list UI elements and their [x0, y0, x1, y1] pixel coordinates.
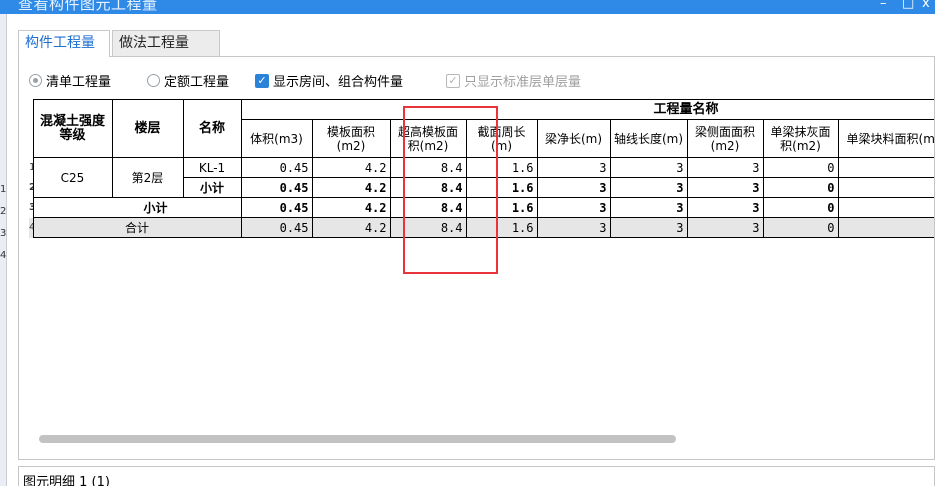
cell-value[interactable]: 8.4: [389, 197, 467, 218]
radio-icon: [147, 74, 160, 87]
checkbox-show-rooms-label: 显示房间、组合构件量: [273, 75, 404, 90]
cell-value[interactable]: 0: [762, 217, 839, 238]
cell-grand-total[interactable]: 合计: [32, 217, 242, 238]
maximize-button[interactable]: □: [902, 0, 914, 11]
close-button[interactable]: x: [922, 0, 930, 11]
cell-value[interactable]: 3: [686, 177, 764, 198]
title-bar: 查看构件图元工程量 – □ x: [0, 0, 935, 14]
header-section-perimeter[interactable]: 截面周长(m): [465, 119, 538, 158]
checkbox-show-rooms[interactable]: ✓ 显示房间、组合构件量: [255, 71, 403, 90]
table-row[interactable]: 3 小计 0.45 4.2 8.4 1.6 3 3 3 0: [29, 197, 934, 218]
cell-value[interactable]: 3: [536, 177, 611, 198]
cell-value[interactable]: 3: [609, 177, 688, 198]
cell-value[interactable]: 4.2: [311, 197, 391, 218]
tab-component-quantity[interactable]: 构件工程量: [18, 30, 110, 57]
cell-value[interactable]: 8.4: [389, 217, 467, 238]
tab-method-quantity[interactable]: 做法工程量: [112, 30, 220, 56]
cell-value[interactable]: 3: [686, 157, 764, 178]
cell-value[interactable]: 3: [536, 217, 611, 238]
cell-name-subtotal[interactable]: 小计: [182, 177, 242, 198]
radio-bill-quantity-label: 清单工程量: [46, 75, 112, 90]
cell-value[interactable]: 1.6: [465, 177, 538, 198]
table-row-total[interactable]: 4 合计 0.45 4.2 8.4 1.6 3 3 3 0: [29, 217, 934, 238]
cell-value[interactable]: 3: [609, 217, 688, 238]
cell-value[interactable]: 4.2: [311, 157, 391, 178]
checkbox-disabled-icon: ✓: [446, 73, 460, 88]
cell-value[interactable]: 3: [686, 197, 764, 218]
cell-name[interactable]: KL-1: [182, 157, 242, 178]
cell-value[interactable]: [837, 217, 934, 238]
header-beam-net-length[interactable]: 梁净长(m): [536, 119, 611, 158]
cell-value[interactable]: 3: [609, 157, 688, 178]
cell-value[interactable]: 0: [762, 177, 839, 198]
header-overheight-formwork-area[interactable]: 超高模板面积(m2): [389, 119, 467, 158]
header-beam-plaster-area[interactable]: 单梁抹灰面积(m2): [762, 119, 839, 158]
header-volume[interactable]: 体积(m3): [240, 119, 313, 158]
radio-quota-quantity-label: 定额工程量: [164, 75, 230, 90]
cell-value[interactable]: 0: [762, 197, 839, 218]
cell-value[interactable]: 3: [536, 157, 611, 178]
element-detail-label: 图元明细 1 (1): [23, 475, 110, 486]
radio-quota-quantity[interactable]: 定额工程量: [147, 71, 229, 90]
cell-value[interactable]: 0.45: [240, 197, 313, 218]
cell-value[interactable]: 8.4: [389, 177, 467, 198]
edge-marker: 2: [0, 206, 7, 217]
radio-bill-quantity[interactable]: 清单工程量: [29, 71, 111, 90]
cell-value[interactable]: [837, 197, 934, 218]
cell-value[interactable]: 0.45: [240, 217, 313, 238]
cell-value[interactable]: 3: [686, 217, 764, 238]
header-beam-side-area[interactable]: 梁侧面面积(m2): [686, 119, 764, 158]
cell-value[interactable]: [837, 157, 934, 178]
header-floor[interactable]: 楼层: [111, 99, 184, 158]
radio-icon: [29, 74, 42, 87]
element-detail-bar: 图元明细 1 (1): [18, 466, 935, 486]
cell-grade[interactable]: C25: [32, 157, 113, 198]
cell-value[interactable]: 8.4: [389, 157, 467, 178]
header-quantity-names: 工程量名称: [240, 99, 934, 120]
cell-floor[interactable]: 第2层: [111, 157, 184, 198]
cell-value[interactable]: 4.2: [311, 177, 391, 198]
cell-floor-subtotal[interactable]: 小计: [32, 197, 242, 218]
checkbox-std-floor[interactable]: ✓ 只显示标准层单层量: [446, 71, 581, 90]
cell-value[interactable]: 0.45: [240, 157, 313, 178]
minimize-button[interactable]: –: [880, 0, 887, 11]
checkbox-std-floor-label: 只显示标准层单层量: [464, 75, 582, 90]
quantity-table: 混凝土强度等级 楼层 名称 工程量名称 体积(m3) 模板面积(m2) 超高模板…: [29, 99, 934, 329]
cell-value[interactable]: 4.2: [311, 217, 391, 238]
horizontal-scrollbar[interactable]: [39, 435, 676, 443]
cell-value[interactable]: 1.6: [465, 197, 538, 218]
header-name[interactable]: 名称: [182, 99, 242, 158]
background-window-edge: 1 2 3 4: [0, 14, 7, 486]
edge-marker: 1: [0, 184, 7, 195]
cell-value[interactable]: 3: [609, 197, 688, 218]
row-index: 2: [29, 177, 34, 198]
edge-marker: 3: [0, 228, 7, 239]
edge-marker: 4: [0, 250, 7, 261]
cell-value[interactable]: [837, 177, 934, 198]
header-formwork-area[interactable]: 模板面积(m2): [311, 119, 391, 158]
header-beam-tile-area[interactable]: 单梁块料面积(m2: [837, 119, 934, 158]
cell-value[interactable]: 3: [536, 197, 611, 218]
cell-value[interactable]: 0: [762, 157, 839, 178]
header-concrete-grade[interactable]: 混凝土强度等级: [32, 99, 113, 158]
cell-value[interactable]: 1.6: [465, 217, 538, 238]
checkbox-checked-icon: ✓: [255, 73, 269, 88]
quantity-panel: 清单工程量 定额工程量 ✓ 显示房间、组合构件量 ✓ 只显示标准层单层量 混凝土…: [18, 56, 935, 460]
window-title: 查看构件图元工程量: [18, 0, 158, 13]
cell-value[interactable]: 0.45: [240, 177, 313, 198]
cell-value[interactable]: 1.6: [465, 157, 538, 178]
table-row[interactable]: 1 C25 第2层 KL-1 0.45 4.2 8.4 1.6 3 3 3 0: [29, 157, 934, 198]
header-axis-length[interactable]: 轴线长度(m): [609, 119, 688, 158]
